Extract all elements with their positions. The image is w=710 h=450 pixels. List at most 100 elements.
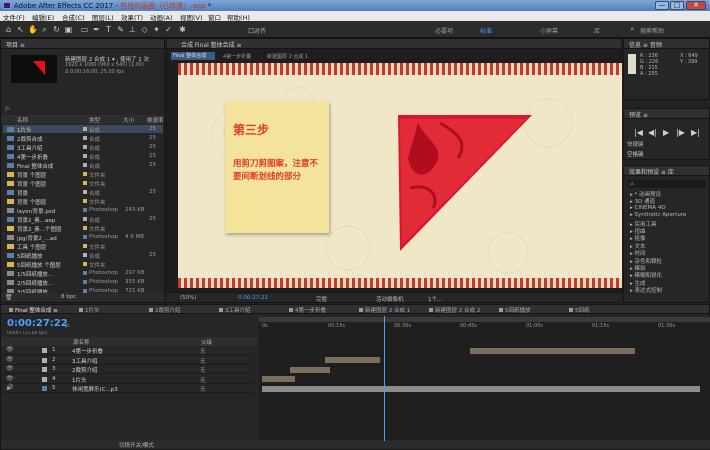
project-item[interactable]: 背景2_素...aep 合成 25 [3,215,163,224]
resolution-dropdown[interactable]: 完整 [316,295,327,303]
snap-toggle[interactable]: 口对齐 [248,26,266,35]
timeline-tab[interactable]: 4第一步折叠 [295,306,326,314]
col-source-name[interactable]: 源名称 [73,338,90,346]
last-frame-button[interactable]: ▶| [691,128,700,137]
project-item[interactable]: 4第一步折叠 合成 25 [3,152,163,161]
effects-search-input[interactable]: ρ. [628,180,706,188]
eye-icon[interactable]: 👁 [6,356,14,363]
zoom-dropdown[interactable]: (50%) [180,295,197,301]
layer-parent[interactable]: 无 [200,357,206,365]
workspace-libraries[interactable]: 库 [594,26,600,35]
project-item[interactable]: 5回纸播放 个图层 文件夹 [3,260,163,269]
home-icon[interactable]: ⌂ [4,25,13,34]
roto-tool-icon[interactable]: ✓ [164,25,173,34]
toggle-switches-modes[interactable]: 切换开关/模式 [119,441,154,449]
layer-duration-bar[interactable] [262,385,700,392]
col-size[interactable]: 大小 [123,116,134,124]
project-item[interactable]: 背景 合成 25 [3,188,163,197]
pen-tool-icon[interactable]: ✒ [92,25,101,34]
shortcut-dropdown[interactable]: 空格键 [627,150,644,158]
close-button[interactable]: ✕ [686,1,706,10]
timeline-layer[interactable]: 🔊 5 休闲宽屏乐(C...p3 无 [2,384,254,394]
label-color[interactable] [83,244,87,248]
rotate-tool-icon[interactable]: ↻ [52,25,61,34]
project-item[interactable]: 工具 个图层 文件夹 [3,242,163,251]
layer-duration-bar[interactable] [325,357,380,364]
label-color[interactable] [83,190,87,194]
layer-parent[interactable]: 无 [200,366,206,374]
timeline-timecode[interactable]: 0:00:27:22 [7,318,68,329]
timeline-tab[interactable]: Final 整体合成 ≡ [15,306,58,314]
project-item[interactable]: 2裁剪合成 合成 25 [3,134,163,143]
label-color[interactable] [83,199,87,203]
label-color[interactable] [83,145,87,149]
layer-label-color[interactable] [42,348,47,353]
puppet-pin-icon[interactable]: ✱ [178,25,187,34]
project-item[interactable]: 1片头 合成 25 [3,125,163,134]
current-time-indicator[interactable] [384,316,385,441]
label-color[interactable] [83,253,87,257]
timeline-layer[interactable]: 👁 1 4第一步折叠 无 [2,346,254,355]
play-button[interactable]: ▶ [663,128,669,137]
timeline-layer[interactable]: 👁 2 3工具介绍 无 [2,356,254,365]
project-item[interactable]: 背景 个图层 文件夹 [3,170,163,179]
text-tool-icon[interactable]: T [104,25,113,34]
trash-icon[interactable]: 🗑 [5,294,13,301]
comp-tab-final[interactable]: Final 整体合成 [171,52,215,60]
label-color[interactable] [83,235,87,239]
project-item[interactable]: 背景 个图层 文件夹 [3,179,163,188]
workspace-standard[interactable]: 标准 [480,26,492,35]
maximize-button[interactable]: □ [670,1,684,10]
label-color[interactable] [83,226,87,230]
eye-icon[interactable]: 👁 [6,365,14,372]
comp-tab-fold[interactable]: 4第一步折叠 [223,53,251,60]
label-color[interactable] [83,217,87,221]
effect-category[interactable]: ▸ Synthetic Aperture [630,212,686,218]
col-parent[interactable]: 父级 [201,338,212,346]
label-color[interactable] [83,136,87,140]
camera-tool-icon[interactable]: ▣ [64,25,73,34]
label-color[interactable] [83,262,87,266]
layer-label-color[interactable] [42,357,47,363]
eye-icon[interactable]: 🔊 [6,384,13,391]
viewer-timecode[interactable]: 0:00:27:22 [238,295,268,301]
col-type[interactable]: 类型 [89,116,100,124]
minimize-button[interactable]: — [655,1,669,10]
col-name[interactable]: 名称 [17,116,28,124]
col-fps[interactable]: 帧速率 [147,116,164,124]
timeline-track-area[interactable] [259,317,710,447]
project-item[interactable]: 3工具介绍 合成 25 [3,143,163,152]
layer-parent[interactable]: 无 [200,376,206,384]
label-color[interactable] [83,154,87,158]
effect-category[interactable]: ▸ CINEMA 4D [630,205,666,211]
zoom-tool-icon[interactable]: ⌕ [40,25,49,34]
label-color[interactable] [83,181,87,185]
timeline-search-input[interactable]: ρ. [65,322,71,329]
rectangle-tool-icon[interactable]: ▭ [80,25,89,34]
project-item[interactable]: layer/背景.psd Photoshop 243 KB [3,206,163,215]
project-item[interactable]: Final 整体合成 合成 25 [3,161,163,170]
puppet-tool-icon[interactable]: ✦ [152,25,161,34]
layer-duration-bar[interactable] [262,376,295,383]
brush-tool-icon[interactable]: ✎ [116,25,125,34]
label-color[interactable] [83,172,87,176]
timeline-layer[interactable]: 👁 4 1片头 无 [2,375,254,384]
project-item[interactable]: jpg/背景2_...ad Photoshop 4.9 MB [3,233,163,242]
selection-tool-icon[interactable]: ↖ [16,25,25,34]
layer-parent[interactable]: 无 [200,347,206,355]
next-frame-button[interactable]: |▶ [676,128,685,137]
work-area-bar[interactable] [259,317,710,322]
label-color[interactable] [83,271,87,275]
help-search-input[interactable]: 搜索帮助 [640,26,664,35]
project-item[interactable]: 背景 个图层 文件夹 [3,197,163,206]
eye-icon[interactable]: 👁 [6,346,14,353]
timeline-tab[interactable]: 2裁剪介绍 [155,306,181,314]
effect-category[interactable]: ▸ 表达式控制 [630,286,662,294]
layer-duration-bar[interactable] [290,366,330,373]
workspace-small-screen[interactable]: 小屏幕 [540,26,558,35]
timeline-layer[interactable]: 👁 3 2裁剪介绍 无 [2,365,254,375]
first-frame-button[interactable]: |◀ [634,128,643,137]
timeline-tab[interactable]: 5回纸 [575,306,590,314]
comp-tab-new-layer[interactable]: 新建图层 2 合成 1 [267,53,308,60]
timeline-tab[interactable]: 新建图层 2 合成 1 [365,306,410,314]
